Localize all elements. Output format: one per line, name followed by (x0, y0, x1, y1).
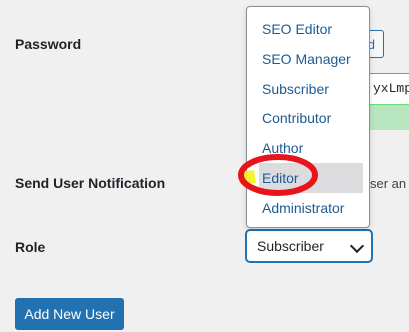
role-option-author[interactable]: Author (247, 133, 369, 163)
role-option-contributor[interactable]: Contributor (247, 103, 369, 133)
role-option-subscriber[interactable]: Subscriber (247, 74, 369, 104)
add-user-form: Password d yxLmp Send User Notification … (0, 0, 409, 332)
role-select[interactable]: Subscriber (246, 230, 372, 262)
role-dropdown-list: SEO Editor SEO Manager Subscriber Contri… (246, 6, 370, 228)
role-option-seo-manager[interactable]: SEO Manager (247, 44, 369, 74)
role-option-editor[interactable]: Editor (259, 163, 363, 193)
role-option-seo-editor[interactable]: SEO Editor (247, 14, 369, 44)
notification-checkbox-text[interactable]: ser an (370, 176, 406, 191)
chevron-down-icon (349, 238, 365, 254)
add-new-user-button[interactable]: Add New User (15, 298, 124, 330)
password-label: Password (15, 36, 82, 52)
role-option-administrator[interactable]: Administrator (247, 193, 369, 223)
role-label: Role (15, 239, 46, 255)
role-select-value: Subscriber (257, 238, 324, 254)
send-notification-label: Send User Notification (15, 175, 166, 191)
